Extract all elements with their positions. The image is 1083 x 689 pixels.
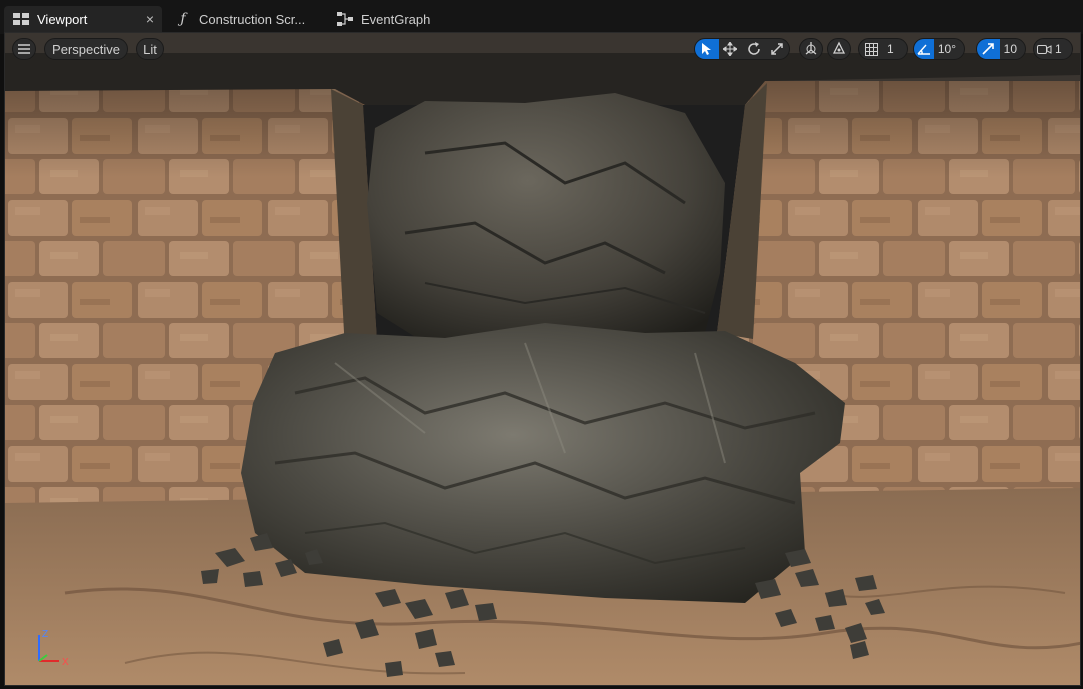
translate-tool-icon[interactable]: [719, 39, 743, 59]
camera-speed-group[interactable]: 1: [1033, 38, 1073, 60]
transform-tools-group: [694, 38, 790, 60]
event-graph-icon: [336, 12, 354, 26]
viewport-grid-icon: [12, 12, 30, 26]
grid-snap-value[interactable]: 1: [883, 42, 902, 56]
hamburger-menu-icon: [18, 42, 30, 57]
editor-tab-bar: Viewport × ƒ Construction Scr... EventGr…: [0, 0, 1083, 34]
scale-snap-group: 10: [976, 38, 1026, 60]
rotation-snap-value[interactable]: 10°: [934, 42, 964, 56]
scale-snap-icon[interactable]: [977, 39, 1000, 59]
surface-snapping-toggle[interactable]: [827, 38, 851, 60]
scale-tool-icon[interactable]: [766, 39, 790, 59]
tab-viewport[interactable]: Viewport ×: [4, 6, 162, 32]
world-local-toggle[interactable]: [799, 38, 823, 60]
axis-gizmo: Z X: [38, 629, 69, 667]
rotate-tool-icon[interactable]: [742, 39, 766, 59]
viewport-menu-button[interactable]: [12, 38, 36, 60]
axis-z-label: Z: [42, 629, 48, 640]
camera-icon: [1034, 39, 1054, 59]
scale-snap-value[interactable]: 10: [1000, 42, 1025, 56]
view-mode-button[interactable]: Perspective: [44, 38, 128, 60]
tab-viewport-label: Viewport: [37, 11, 88, 27]
tab-event-graph-label: EventGraph: [361, 11, 431, 27]
tab-event-graph[interactable]: EventGraph: [328, 6, 448, 32]
camera-speed-value[interactable]: 1: [1054, 42, 1068, 56]
tab-construction-script[interactable]: ƒ Construction Scr...: [166, 6, 326, 32]
axis-x-label: X: [62, 657, 69, 667]
grid-snap-icon[interactable]: [859, 39, 883, 59]
rotation-snap-icon[interactable]: [914, 39, 934, 59]
function-icon: ƒ: [180, 11, 186, 27]
viewport-toolbar: Perspective Lit 1 10° 10 1: [5, 33, 1080, 67]
tab-construction-script-label: Construction Scr...: [199, 11, 306, 27]
rotation-snap-group: 10°: [913, 38, 965, 60]
level-viewport[interactable]: Perspective Lit 1 10° 10 1 Z X: [4, 32, 1081, 686]
grid-snap-group: 1: [858, 38, 908, 60]
scene-render[interactable]: [5, 33, 1081, 686]
surface-snap-icon: [832, 41, 846, 58]
close-tab-icon[interactable]: ×: [146, 11, 154, 27]
select-tool-icon[interactable]: [695, 39, 719, 59]
lighting-mode-button[interactable]: Lit: [136, 38, 164, 60]
world-space-icon: [804, 41, 818, 58]
